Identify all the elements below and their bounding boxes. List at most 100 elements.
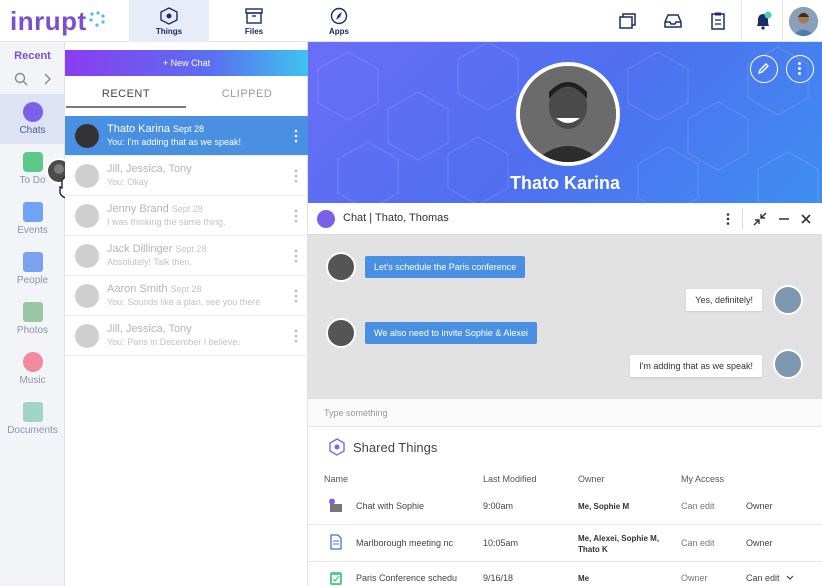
chat-row[interactable]: Jill, Jessica, Tony You: Okay <box>65 156 308 196</box>
more-options-icon[interactable] <box>294 249 298 263</box>
sender-avatar <box>326 252 356 282</box>
shared-item-access: Can edit <box>681 538 715 548</box>
chevron-right-icon[interactable] <box>42 72 52 86</box>
chat-name: Jill, Jessica, Tony <box>107 323 192 335</box>
chat-preview: You: Okay <box>107 177 149 187</box>
profile-more-button[interactable] <box>786 55 814 83</box>
tab-recent[interactable]: RECENT <box>66 82 186 108</box>
user-photo-icon <box>789 7 818 36</box>
compass-icon <box>330 7 348 25</box>
more-options-icon[interactable] <box>294 289 298 303</box>
chat-date: Sept 28 <box>172 124 205 134</box>
table-row[interactable]: Chat with Sophie 9:00am Me, Sophie M Can… <box>308 488 822 525</box>
rail-item-label: Music <box>19 375 46 386</box>
chat-row[interactable]: Jenny Brand Sept 28 I was thinking the sa… <box>65 196 308 236</box>
close-icon[interactable] <box>798 211 814 227</box>
windows-icon[interactable] <box>617 11 637 31</box>
chat-row[interactable]: Jill, Jessica, Tony You: Paris in Decemb… <box>65 316 308 356</box>
folder-icon <box>22 402 43 422</box>
bell-icon[interactable] <box>753 11 773 31</box>
column-header[interactable]: Owner <box>578 474 605 484</box>
more-options-icon[interactable] <box>294 129 298 143</box>
message-bubble-outgoing: Yes, definitely! <box>686 289 762 311</box>
chat-preview: You: I'm adding that as we speak! <box>107 137 241 147</box>
conversation-area: Let's schedule the Paris conference Yes,… <box>308 235 822 399</box>
rail-item-documents[interactable]: Documents <box>0 394 65 444</box>
more-options-icon[interactable] <box>294 329 298 343</box>
profile-photo <box>516 62 620 166</box>
column-header[interactable]: Last Modified <box>483 474 537 484</box>
chat-name: Aaron Smith <box>107 283 168 295</box>
message-bubble-outgoing: I'm adding that as we speak! <box>630 355 762 377</box>
shared-item-modified: 9:00am <box>483 501 514 511</box>
archive-box-icon <box>245 8 263 24</box>
more-options-icon[interactable] <box>720 211 736 227</box>
shared-item-modified: 9/16/18 <box>483 573 514 583</box>
shared-item-access: Owner <box>681 573 708 583</box>
edit-profile-button[interactable] <box>750 55 778 83</box>
rail-item-label: Photos <box>16 325 49 336</box>
hexagon-icon <box>329 438 345 456</box>
clipboard-icon[interactable] <box>708 11 728 31</box>
rail-item-events[interactable]: Events <box>0 194 65 244</box>
contact-avatar <box>75 244 99 268</box>
table-row[interactable]: Marlborough meeting nc 10:05am Me, Alexe… <box>308 525 822 562</box>
minimize-icon[interactable] <box>776 211 792 227</box>
chat-date: Sept 28 <box>171 204 203 214</box>
divider <box>742 208 743 230</box>
contact-avatar <box>75 124 99 148</box>
column-header[interactable]: My Access <box>681 474 724 484</box>
chat-row[interactable]: Aaron Smith Sept 28 You: Sounds like a pl… <box>65 276 308 316</box>
logo-dots-icon <box>89 11 105 27</box>
more-options-icon[interactable] <box>294 209 298 223</box>
chat-date: Sept 28 <box>175 244 207 254</box>
shared-item-role[interactable]: Can edit <box>746 573 780 583</box>
chat-name: Thato Karina <box>107 123 170 135</box>
chat-row[interactable]: Thato Karina Sept 28 You: I'm adding that… <box>65 116 308 156</box>
shared-item-name: Chat with Sophie <box>356 501 425 511</box>
contact-avatar <box>75 324 99 348</box>
shared-item-owner: Me, Alexei, Sophie M, Thato K <box>578 534 660 554</box>
message-input[interactable]: Type something <box>308 399 822 427</box>
column-header[interactable]: Name <box>324 474 348 484</box>
avatar[interactable] <box>789 7 818 36</box>
collapse-icon[interactable] <box>752 211 768 227</box>
rail-item-people[interactable]: People <box>0 244 65 294</box>
more-options-icon <box>798 62 801 75</box>
chat-preview: Absolutely! Talk then. <box>107 257 192 267</box>
chat-row[interactable]: Jack Dillinger Sept 28 Absolutely! Talk t… <box>65 236 308 276</box>
shared-item-owner: Me <box>578 574 590 583</box>
person-portrait-icon <box>520 66 616 162</box>
rail-item-photos[interactable]: Photos <box>0 294 65 344</box>
nav-tab-things[interactable]: Things <box>129 0 209 42</box>
headphones-icon <box>22 352 43 372</box>
inbox-icon[interactable] <box>663 11 683 31</box>
profile-name: Thato Karina <box>509 173 620 193</box>
top-bar: inrupt Things Files Apps <box>0 0 822 42</box>
chat-name: Jenny Brand <box>107 203 169 215</box>
nav-tab-files[interactable]: Files <box>214 0 294 42</box>
chat-bubble-icon <box>22 102 43 122</box>
my-avatar <box>773 285 803 315</box>
new-chat-button[interactable]: + New Chat <box>65 50 308 76</box>
checklist-icon <box>22 152 43 172</box>
contact-avatar <box>75 204 99 228</box>
more-options-icon[interactable] <box>294 169 298 183</box>
search-icon[interactable] <box>14 72 28 86</box>
my-avatar <box>773 349 803 379</box>
hexagon-icon <box>160 7 178 25</box>
rail-item-music[interactable]: Music <box>0 344 65 394</box>
inrupt-logo[interactable]: inrupt <box>10 6 87 37</box>
photo-icon <box>22 302 43 322</box>
nav-tab-label: Things <box>155 27 183 36</box>
rail-item-label: Events <box>17 225 48 236</box>
shared-item-name: Marlborough meeting nc <box>356 538 454 548</box>
chat-date: Sept 28 <box>170 284 202 294</box>
tab-clipped[interactable]: CLIPPED <box>187 82 307 108</box>
rail-item-chats[interactable]: Chats <box>0 94 65 144</box>
nav-tab-apps[interactable]: Apps <box>299 0 379 42</box>
rail-item-label: Chats <box>19 125 46 136</box>
chevron-down-icon[interactable] <box>786 575 794 581</box>
table-row[interactable]: Paris Conference schedu 9/16/18 Me Owner… <box>308 562 822 586</box>
chat-preview: You: Paris in December I believe. <box>107 337 240 347</box>
